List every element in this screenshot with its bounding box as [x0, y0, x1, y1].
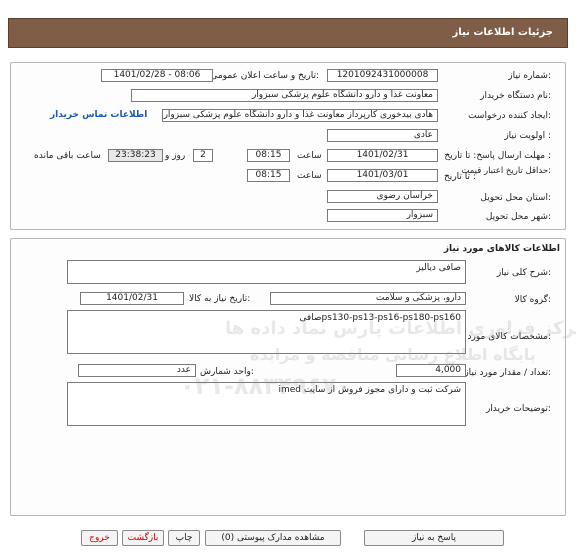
deadline-time-label: ساعت [297, 151, 322, 161]
deadline-label: مهلت ارسال پاسخ: تا تاریخ : [444, 151, 551, 161]
min-price-sub-label: تا تاریخ : [444, 172, 476, 182]
priority-label: اولویت نیاز : [504, 131, 551, 141]
city-label: شهر محل تحویل: [485, 212, 551, 222]
buyer-notes-field: شرکت ثبت و دارای مجوز فروش از سایت imed [67, 382, 466, 426]
remaining-time-field: 23:38:23 [108, 149, 163, 162]
announce-field: 1401/02/28 - 08:06 [101, 69, 213, 82]
province-field: خراسان رضوی [327, 190, 438, 203]
summary-label: شرح کلی نیاز: [496, 268, 551, 278]
days-remaining-field: 2 [193, 149, 213, 162]
specs-field: صافیps130-ps13-ps16-ps180-ps160 [67, 310, 466, 354]
goods-section-title: اطلاعات کالاهای مورد نیاز [443, 244, 560, 254]
need-date-label: تاریخ نیاز به کالا: [189, 294, 251, 304]
specs-label: مشخصات کالای مورد نیاز: [452, 332, 551, 342]
exit-button[interactable]: خروج [81, 530, 118, 546]
deadline-time-field: 08:15 [247, 149, 290, 162]
group-label: گروه کالا: [514, 295, 551, 305]
deadline-date-field: 1401/02/31 [327, 149, 438, 162]
unit-label: واحد شمارش: [200, 367, 254, 377]
summary-field: صافی دیالیز [67, 260, 466, 284]
city-field: سبزوار [327, 209, 438, 222]
attachments-button[interactable]: مشاهده مدارک پیوستی (0) [205, 530, 341, 546]
min-price-time-label: ساعت [297, 171, 322, 181]
back-button[interactable]: بازگشت [122, 530, 164, 546]
quantity-label: تعداد / مقدار مورد نیاز: [464, 368, 551, 378]
buyer-contact-link[interactable]: اطلاعات تماس خریدار [50, 110, 147, 120]
requester-field: هادی بیدخوری کارپرداز معاونت غذا و دارو … [162, 109, 438, 122]
buyer-org-field: معاونت غذا و دارو دانشگاه علوم پزشکی سبز… [131, 89, 438, 102]
need-number-label: شماره نیاز: [508, 71, 551, 81]
remaining-label: ساعت باقی مانده [34, 151, 101, 161]
buyer-notes-label: توضیحات خریدار: [485, 404, 551, 414]
days-label: روز و [165, 151, 186, 161]
priority-field: عادی [327, 129, 438, 142]
page-header: جزئیات اطلاعات نیاز [8, 18, 568, 48]
requester-label: ایجاد کننده درخواست: [468, 111, 551, 121]
province-label: استان محل تحویل: [480, 193, 551, 203]
reply-button[interactable]: پاسخ به نیاز [364, 530, 504, 546]
page-title: جزئیات اطلاعات نیاز [452, 27, 553, 38]
group-field: دارو، پزشکی و سلامت [270, 292, 466, 305]
quantity-field: 4,000 [396, 364, 466, 377]
min-price-date-field: 1401/03/01 [327, 169, 438, 182]
need-info-panel [10, 62, 566, 230]
print-button[interactable]: چاپ [168, 530, 200, 546]
buyer-org-label: نام دستگاه خریدار: [480, 91, 551, 101]
announce-label: تاریخ و ساعت اعلان عمومی: [210, 71, 319, 81]
need-date-field: 1401/02/31 [80, 292, 184, 305]
unit-field: عدد [78, 364, 196, 377]
min-price-time-field: 08:15 [247, 169, 290, 182]
need-number-field: 1201092431000008 [327, 69, 438, 82]
